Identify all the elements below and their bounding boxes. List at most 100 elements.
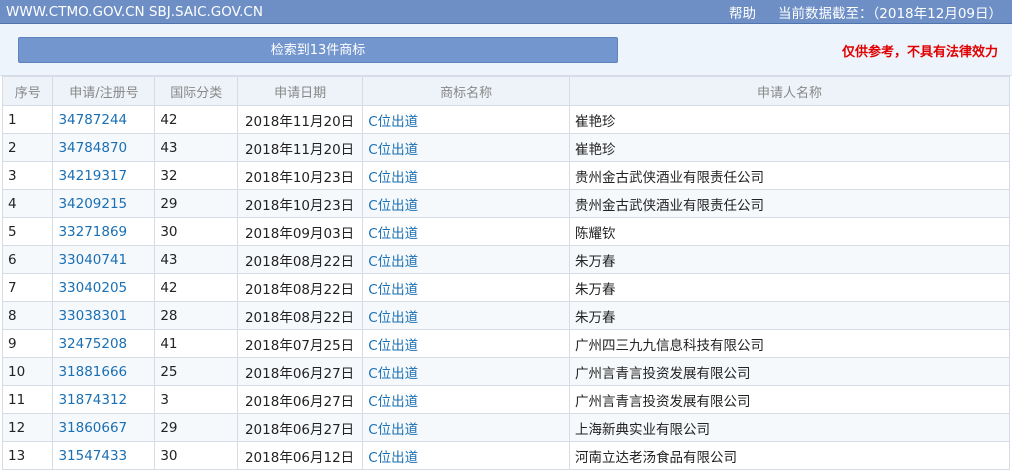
applicant-name: 朱万春 (569, 301, 1010, 330)
registration-number-link[interactable]: 33271869 (52, 217, 156, 246)
site-urls: WWW.CTMO.GOV.CN SBJ.SAIC.GOV.CN (6, 3, 263, 20)
applicant-name: 贵州金古武侠酒业有限责任公司 (569, 161, 1010, 190)
applicant-name: 河南立达老汤食品有限公司 (569, 441, 1010, 470)
class-number: 41 (154, 329, 239, 358)
table-row: 1 34787244 42 2018年11月20日 C位出道 崔艳珍 (1, 105, 1010, 134)
table-row: 7 33040205 42 2018年08月22日 C位出道 朱万春 (1, 273, 1010, 302)
col-header-reg-no: 申请/注册号 (52, 76, 156, 106)
table-row: 5 33271869 30 2018年09月03日 C位出道 陈耀钦 (1, 217, 1010, 246)
application-date: 2018年11月20日 (237, 105, 364, 134)
table-row: 10 31881666 25 2018年06月27日 C位出道 广州言青言投资发展有限公司 (1, 357, 1010, 386)
trademark-name-link[interactable]: C位出道 (362, 329, 571, 358)
col-header-no: 序号 (1, 76, 54, 106)
trademark-name-link[interactable]: C位出道 (362, 245, 571, 274)
row-number: 8 (1, 301, 54, 330)
col-header-applicant: 申请人名称 (569, 76, 1010, 106)
applicant-name: 广州言青言投资发展有限公司 (569, 385, 1010, 414)
table-row: 8 33038301 28 2018年08月22日 C位出道 朱万春 (1, 301, 1010, 330)
application-date: 2018年08月22日 (237, 301, 364, 330)
row-number: 5 (1, 217, 54, 246)
registration-number-link[interactable]: 34209215 (52, 189, 156, 218)
trademark-name-link[interactable]: C位出道 (362, 301, 571, 330)
table-body: 1 34787244 42 2018年11月20日 C位出道 崔艳珍 2 34784870 43… (1, 105, 1010, 470)
trademark-name-link[interactable]: C位出道 (362, 385, 571, 414)
trademark-name-link[interactable]: C位出道 (362, 133, 571, 162)
result-count-bar: 检索到13件商标 (18, 37, 618, 63)
registration-number-link[interactable]: 34787244 (52, 105, 156, 134)
class-number: 25 (154, 357, 239, 386)
registration-number-link[interactable]: 31547433 (52, 441, 156, 470)
row-number: 9 (1, 329, 54, 358)
registration-number-link[interactable]: 31881666 (52, 357, 156, 386)
application-date: 2018年06月12日 (237, 441, 364, 470)
application-date: 2018年08月22日 (237, 273, 364, 302)
application-date: 2018年10月23日 (237, 161, 364, 190)
table-row: 6 33040741 43 2018年08月22日 C位出道 朱万春 (1, 245, 1010, 274)
applicant-name: 广州四三九九信息科技有限公司 (569, 329, 1010, 358)
trademark-name-link[interactable]: C位出道 (362, 217, 571, 246)
top-bar: WWW.CTMO.GOV.CN SBJ.SAIC.GOV.CN 帮助 当前数据截… (0, 0, 1012, 24)
table-header-row: 序号 申请/注册号 国际分类 申请日期 商标名称 申请人名称 (1, 76, 1010, 106)
class-number: 43 (154, 133, 239, 162)
registration-number-link[interactable]: 34219317 (52, 161, 156, 190)
data-date: 当前数据截至：（2018年12月09日） (778, 5, 1002, 22)
registration-number-link[interactable]: 34784870 (52, 133, 156, 162)
row-number: 13 (1, 441, 54, 470)
row-number: 2 (1, 133, 54, 162)
trademark-name-link[interactable]: C位出道 (362, 413, 571, 442)
col-header-class: 国际分类 (154, 76, 239, 106)
registration-number-link[interactable]: 31874312 (52, 385, 156, 414)
class-number: 43 (154, 245, 239, 274)
table-row: 3 34219317 32 2018年10月23日 C位出道 贵州金古武侠酒业有限责任公司 (1, 161, 1010, 190)
row-number: 7 (1, 273, 54, 302)
results-table: 序号 申请/注册号 国际分类 申请日期 商标名称 申请人名称 1 34787244… (1, 76, 1010, 470)
class-number: 42 (154, 273, 239, 302)
class-number: 32 (154, 161, 239, 190)
col-header-mark-name: 商标名称 (362, 76, 571, 106)
application-date: 2018年06月27日 (237, 413, 364, 442)
row-number: 10 (1, 357, 54, 386)
result-summary: 检索到13件商标 仅供参考，不具有法律效力 (0, 24, 1012, 76)
table-row: 11 31874312 3 2018年06月27日 C位出道 广州言青言投资发展有限公司 (1, 385, 1010, 414)
trademark-name-link[interactable]: C位出道 (362, 105, 571, 134)
table-row: 12 31860667 29 2018年06月27日 C位出道 上海新典实业有限公司 (1, 413, 1010, 442)
help-link[interactable]: 帮助 (729, 2, 756, 22)
class-number: 42 (154, 105, 239, 134)
table-row: 9 32475208 41 2018年07月25日 C位出道 广州四三九九信息科技有限公司 (1, 329, 1010, 358)
trademark-name-link[interactable]: C位出道 (362, 161, 571, 190)
col-header-date: 申请日期 (237, 76, 364, 106)
applicant-name: 崔艳珍 (569, 105, 1010, 134)
application-date: 2018年08月22日 (237, 245, 364, 274)
registration-number-link[interactable]: 31860667 (52, 413, 156, 442)
trademark-name-link[interactable]: C位出道 (362, 273, 571, 302)
registration-number-link[interactable]: 32475208 (52, 329, 156, 358)
applicant-name: 贵州金古武侠酒业有限责任公司 (569, 189, 1010, 218)
trademark-name-link[interactable]: C位出道 (362, 441, 571, 470)
applicant-name: 崔艳珍 (569, 133, 1010, 162)
class-number: 3 (154, 385, 239, 414)
class-number: 29 (154, 413, 239, 442)
legal-notice: 仅供参考，不具有法律效力 (841, 45, 998, 60)
registration-number-link[interactable]: 33040741 (52, 245, 156, 274)
table-row: 13 31547433 30 2018年06月12日 C位出道 河南立达老汤食品有限公司 (1, 441, 1010, 470)
applicant-name: 朱万春 (569, 273, 1010, 302)
row-number: 4 (1, 189, 54, 218)
row-number: 3 (1, 161, 54, 190)
row-number: 1 (1, 105, 54, 134)
trademark-name-link[interactable]: C位出道 (362, 189, 571, 218)
application-date: 2018年11月20日 (237, 133, 364, 162)
application-date: 2018年10月23日 (237, 189, 364, 218)
registration-number-link[interactable]: 33040205 (52, 273, 156, 302)
class-number: 30 (154, 441, 239, 470)
trademark-name-link[interactable]: C位出道 (362, 357, 571, 386)
applicant-name: 陈耀钦 (569, 217, 1010, 246)
application-date: 2018年06月27日 (237, 357, 364, 386)
table-row: 2 34784870 43 2018年11月20日 C位出道 崔艳珍 (1, 133, 1010, 162)
applicant-name: 广州言青言投资发展有限公司 (569, 357, 1010, 386)
class-number: 30 (154, 217, 239, 246)
class-number: 28 (154, 301, 239, 330)
registration-number-link[interactable]: 33038301 (52, 301, 156, 330)
row-number: 11 (1, 385, 54, 414)
top-bar-right: 帮助 当前数据截至：（2018年12月09日） (729, 2, 1002, 22)
applicant-name: 朱万春 (569, 245, 1010, 274)
